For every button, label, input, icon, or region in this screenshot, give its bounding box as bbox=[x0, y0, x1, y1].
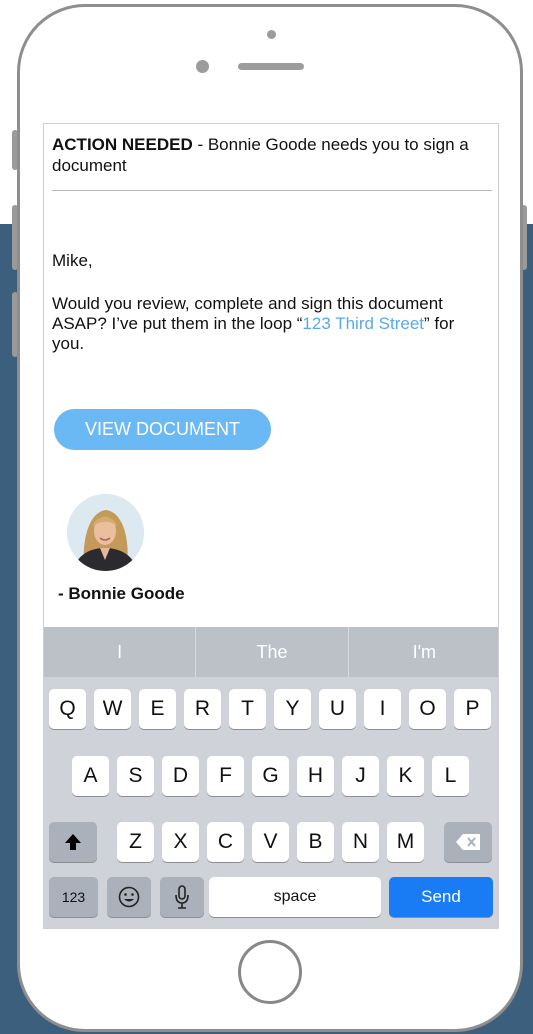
suggestion-bar: I The I'm bbox=[44, 627, 498, 677]
person-photo-icon bbox=[67, 494, 144, 571]
emoji-key[interactable] bbox=[107, 877, 151, 917]
key-l[interactable]: L bbox=[432, 756, 469, 796]
keyboard: I The I'm Q W E R T Y U I O P A S D F G … bbox=[44, 627, 498, 928]
key-n[interactable]: N bbox=[342, 822, 379, 862]
key-m[interactable]: M bbox=[387, 822, 424, 862]
subject-divider bbox=[52, 190, 492, 191]
avatar bbox=[67, 494, 144, 571]
email-body: Would you review, complete and sign this… bbox=[52, 294, 482, 354]
key-z[interactable]: Z bbox=[117, 822, 154, 862]
key-k[interactable]: K bbox=[387, 756, 424, 796]
backspace-icon bbox=[456, 834, 480, 850]
key-a[interactable]: A bbox=[72, 756, 109, 796]
key-o[interactable]: O bbox=[409, 689, 446, 729]
email-subject: ACTION NEEDED - Bonnie Goode needs you t… bbox=[52, 134, 488, 176]
key-c[interactable]: C bbox=[207, 822, 244, 862]
subject-label: ACTION NEEDED bbox=[52, 135, 193, 154]
numbers-key[interactable]: 123 bbox=[49, 877, 98, 917]
key-r[interactable]: R bbox=[184, 689, 221, 729]
key-g[interactable]: G bbox=[252, 756, 289, 796]
suggestion-1[interactable]: I bbox=[44, 627, 195, 677]
sensor-dot bbox=[267, 30, 276, 39]
shift-icon bbox=[65, 834, 81, 850]
loop-link[interactable]: 123 Third Street bbox=[302, 314, 424, 333]
sender-signature: - Bonnie Goode bbox=[58, 584, 185, 603]
key-p[interactable]: P bbox=[454, 689, 491, 729]
key-v[interactable]: V bbox=[252, 822, 289, 862]
key-y[interactable]: Y bbox=[274, 689, 311, 729]
key-u[interactable]: U bbox=[319, 689, 356, 729]
emoji-icon bbox=[118, 886, 140, 908]
key-q[interactable]: Q bbox=[49, 689, 86, 729]
front-camera bbox=[196, 60, 209, 73]
delete-key[interactable] bbox=[444, 822, 492, 862]
key-e[interactable]: E bbox=[139, 689, 176, 729]
suggestion-3[interactable]: I'm bbox=[347, 627, 498, 677]
earpiece-speaker bbox=[238, 63, 304, 70]
phone-screen: ACTION NEEDED - Bonnie Goode needs you t… bbox=[43, 123, 499, 929]
key-w[interactable]: W bbox=[94, 689, 131, 729]
send-key[interactable]: Send bbox=[389, 877, 493, 917]
suggestion-2[interactable]: The bbox=[195, 627, 347, 677]
key-t[interactable]: T bbox=[229, 689, 266, 729]
key-i[interactable]: I bbox=[364, 689, 401, 729]
shift-key[interactable] bbox=[49, 822, 97, 862]
key-j[interactable]: J bbox=[342, 756, 379, 796]
key-d[interactable]: D bbox=[162, 756, 199, 796]
key-x[interactable]: X bbox=[162, 822, 199, 862]
email-greeting: Mike, bbox=[52, 251, 93, 270]
key-b[interactable]: B bbox=[297, 822, 334, 862]
space-key[interactable]: space bbox=[209, 877, 381, 917]
microphone-icon bbox=[175, 885, 189, 909]
key-s[interactable]: S bbox=[117, 756, 154, 796]
key-h[interactable]: H bbox=[297, 756, 334, 796]
key-f[interactable]: F bbox=[207, 756, 244, 796]
home-button[interactable] bbox=[238, 940, 302, 1004]
view-document-button[interactable]: VIEW DOCUMENT bbox=[54, 409, 271, 450]
dictation-key[interactable] bbox=[160, 877, 204, 917]
